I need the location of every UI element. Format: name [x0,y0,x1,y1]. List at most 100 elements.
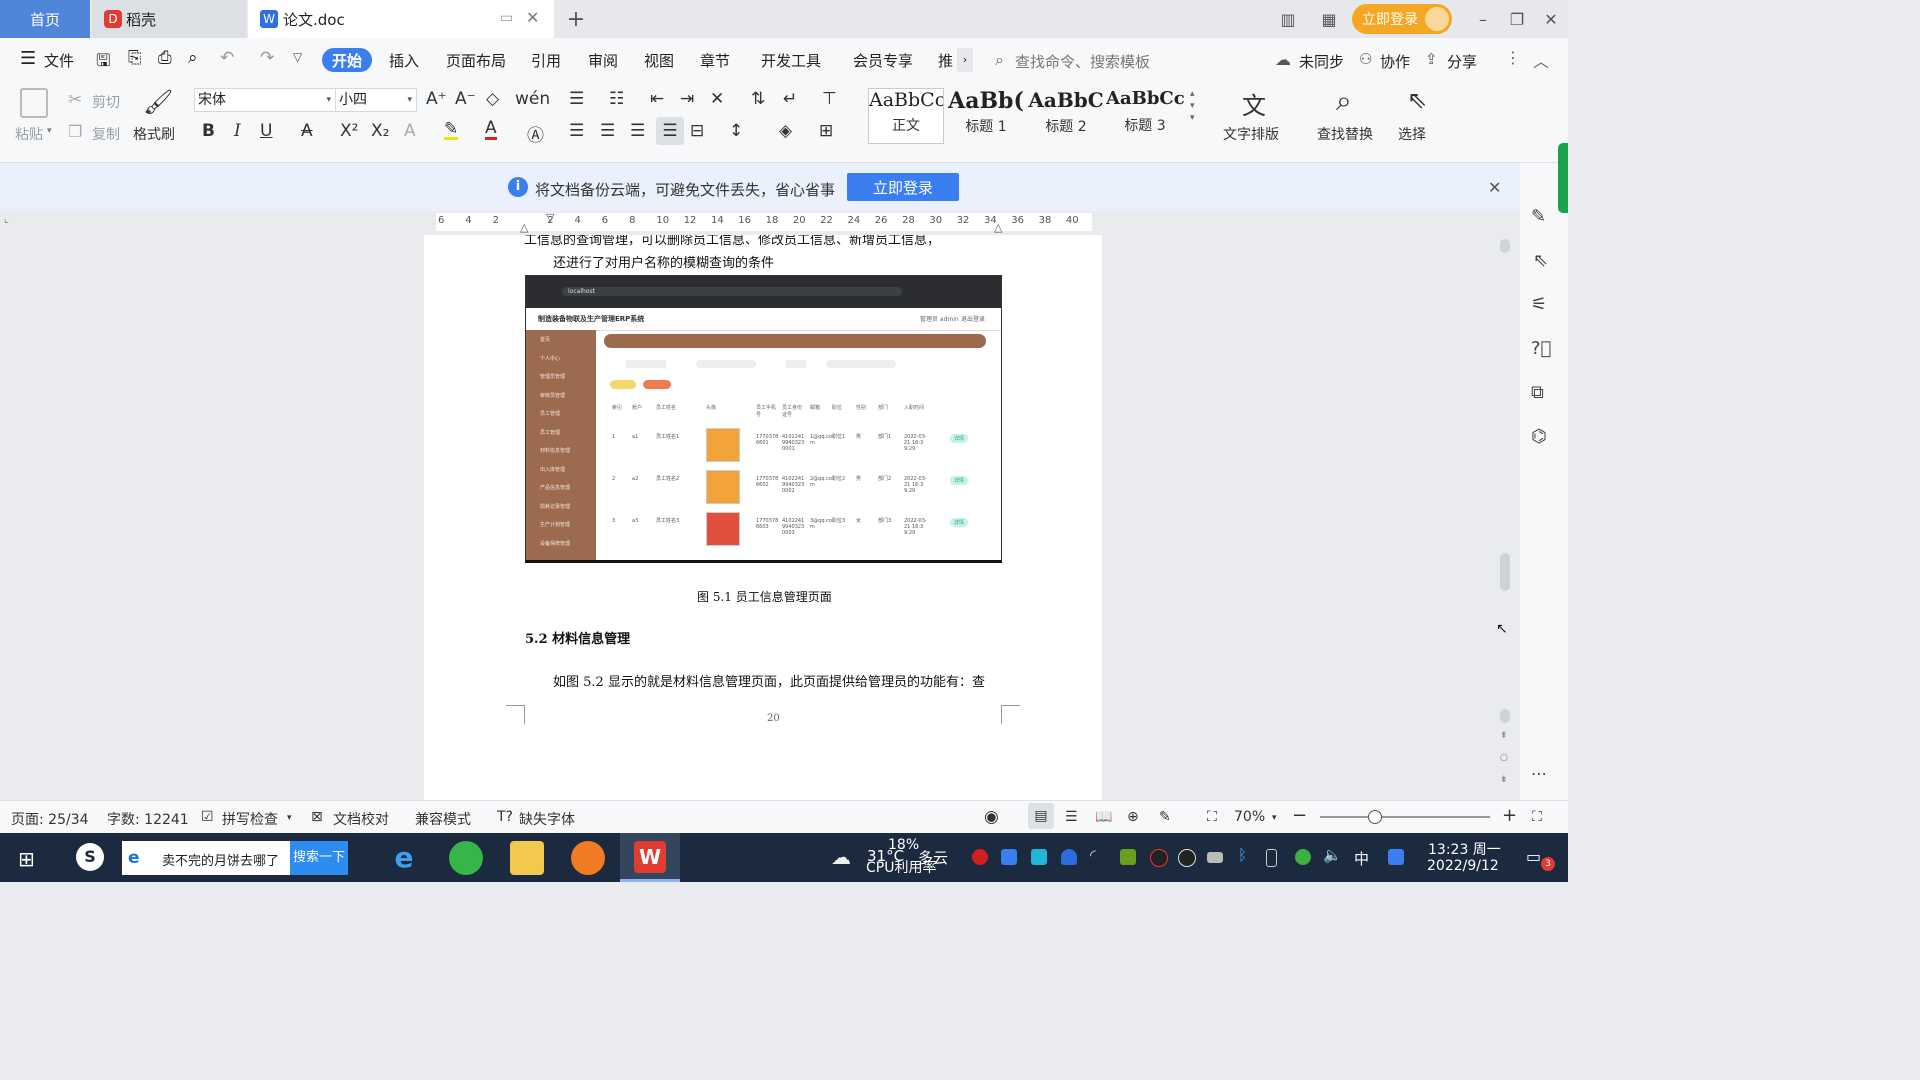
format-painter-icon[interactable]: 🖌 [143,88,173,116]
highlight-icon[interactable]: ✎ [444,121,459,140]
tray-app-red-icon[interactable] [972,849,988,865]
taskbar-search-box[interactable]: e 卖不完的月饼去哪了 [122,841,290,875]
outline-view-icon[interactable]: ☰ [1065,809,1078,825]
select-browse-icon[interactable]: ○ [1500,753,1508,763]
scroll-thumb[interactable] [1500,553,1510,591]
zoom-dropdown-icon[interactable]: ▾ [1272,813,1277,823]
char-border-icon[interactable]: Ⓐ [527,121,544,146]
decrease-indent-icon[interactable]: ⇤ [650,89,664,109]
notice-login-button[interactable]: 立即登录 [847,173,959,201]
numbered-list-icon[interactable]: ☷ [609,89,624,109]
first-line-indent-marker[interactable]: ▽ [546,211,554,224]
close-notice-icon[interactable]: ✕ [1488,178,1501,197]
phonetic-guide-icon[interactable]: wén [515,89,550,109]
game-app-icon[interactable] [571,841,605,875]
fullscreen-icon[interactable]: ⛶ [1532,809,1542,825]
tab-document[interactable]: W 论文.doc ▭ ✕ [248,0,554,38]
clock-date[interactable]: 2022/9/12 [1427,858,1499,874]
zoom-level[interactable]: 70% [1234,809,1265,825]
tray-volume-icon[interactable]: 🔈 [1323,846,1342,864]
tray-app-blue-icon[interactable] [1001,849,1017,865]
ime-indicator[interactable]: 中 [1354,848,1369,869]
figure-screenshot[interactable]: localhost 制造装备物联及生产管理ERP系统 管理员 admin 退出登… [525,275,1002,563]
text-layout-button[interactable]: 文字排版 [1223,124,1279,144]
close-window-icon[interactable]: ✕ [1540,8,1562,30]
web-view-icon[interactable]: ⊕ [1127,809,1139,825]
tray-wifi-icon[interactable]: ◜ [1090,846,1096,864]
command-search-input[interactable]: 查找命令、搜索模板 [1015,51,1150,72]
share-button[interactable]: 分享 [1447,51,1477,72]
doc-proof-button[interactable]: 文档校对 [333,809,389,829]
copy-button[interactable]: 复制 [92,124,120,144]
shading-icon[interactable]: ◈ [779,121,792,141]
paste-icon[interactable] [20,88,48,118]
select-cursor-icon[interactable]: ⇖ [1407,86,1427,114]
pointer-icon[interactable]: ⇖ [1533,250,1548,271]
menu-developer[interactable]: 开发工具 [761,50,821,71]
tab-home[interactable]: 首页 [0,0,90,38]
write-mode-icon[interactable]: ✎ [1159,809,1171,825]
page-indicator[interactable]: 页面: 25/34 [11,809,89,829]
fit-page-icon[interactable]: ⛶ [1207,809,1217,825]
menu-chapter[interactable]: 章节 [700,50,730,71]
taskbar-search-button[interactable]: 搜索一下 [290,841,348,875]
collaborate-button[interactable]: 协作 [1380,51,1410,72]
windows-start-icon[interactable]: ⊞ [18,847,35,871]
text-effect-icon[interactable]: A [404,121,416,141]
text-layout-icon[interactable]: 文 [1242,86,1266,121]
italic-icon[interactable]: I [234,121,241,141]
menu-more-arrow-icon[interactable]: › [957,48,973,72]
tab-stop-icon[interactable]: ⊤ [822,89,837,109]
font-size-select[interactable]: 小四 ▾ [335,88,417,112]
justify-icon[interactable]: ☰ [656,117,684,145]
font-color-icon[interactable]: A [485,119,497,140]
tray-bluetooth-icon[interactable]: ᛒ [1238,846,1247,864]
tray-q-icon[interactable] [1388,849,1404,865]
menu-home-tab[interactable]: 开始 [322,48,372,72]
close-tab-icon[interactable]: ✕ [526,8,539,27]
find-replace-button[interactable]: 查找替换 [1317,124,1373,144]
tray-app-cyan-icon[interactable] [1031,849,1047,865]
style-heading-1[interactable]: AaBb(标题 1 [948,88,1024,144]
scroll-up-icon[interactable] [1500,239,1510,253]
chinese-layout-icon[interactable]: ✕ [710,89,724,109]
sort-icon[interactable]: ⇅ [751,89,765,109]
ie-browser-icon[interactable]: e [387,841,421,875]
collapse-ribbon-icon[interactable]: ︿ [1533,48,1549,72]
clear-format-icon[interactable]: ◇ [486,89,499,109]
more-options-icon[interactable]: ⋮ [1505,48,1521,67]
sidebar-more-icon[interactable]: ⋯ [1531,764,1547,783]
document-page[interactable]: 工信息的查询管理，可以删除员工信息、修改员工信息、新增员工信息， 还进行了对用户… [424,235,1102,800]
hamburger-icon[interactable]: ☰ [20,48,36,69]
sync-status-button[interactable]: 未同步 [1299,51,1344,72]
menu-references[interactable]: 引用 [531,50,561,71]
style-normal[interactable]: AaBbCcI 正文 [868,88,944,144]
layout-icon[interactable]: ▥ [1277,8,1299,30]
missing-font-button[interactable]: 缺失字体 [519,809,575,829]
bullet-list-icon[interactable]: ☰ [569,89,584,109]
style-heading-3[interactable]: AaBbCcl 标题 3 [1106,88,1184,144]
clock-time[interactable]: 13:23 周一 [1428,839,1501,859]
paste-button[interactable]: 粘贴 [15,124,43,144]
prev-page-icon[interactable]: ⇞ [1500,731,1508,741]
styles-scroll-icon[interactable]: ▴ ▾ ▾ [1190,88,1195,124]
underline-icon[interactable]: U [260,121,272,141]
menu-page-layout[interactable]: 页面布局 [446,50,506,71]
strikethrough-icon[interactable]: A [301,121,313,141]
print-icon[interactable]: ⎙ [158,48,172,68]
zoom-in-icon[interactable]: + [1502,805,1517,826]
pen-edit-icon[interactable]: ✎ [1531,206,1546,227]
cut-button[interactable]: 剪切 [92,92,120,112]
align-left-icon[interactable]: ☰ [569,121,584,141]
zoom-slider-track[interactable] [1320,816,1490,818]
select-button[interactable]: 选择 [1398,124,1426,144]
quick-access-dropdown-icon[interactable]: ▽ [293,50,302,64]
menu-insert[interactable]: 插入 [389,50,419,71]
show-marks-icon[interactable]: ↵ [783,89,797,109]
format-painter-button[interactable]: 格式刷 [133,124,175,144]
help-icon[interactable]: ?⃝ [1531,338,1551,359]
reading-view-icon[interactable]: 📖 [1095,809,1112,825]
green-browser-icon[interactable] [449,841,483,875]
float-window-icon[interactable]: ▭ [500,10,513,26]
vertical-scrollbar[interactable]: ⇞ ○ ⇟ [1498,235,1512,795]
